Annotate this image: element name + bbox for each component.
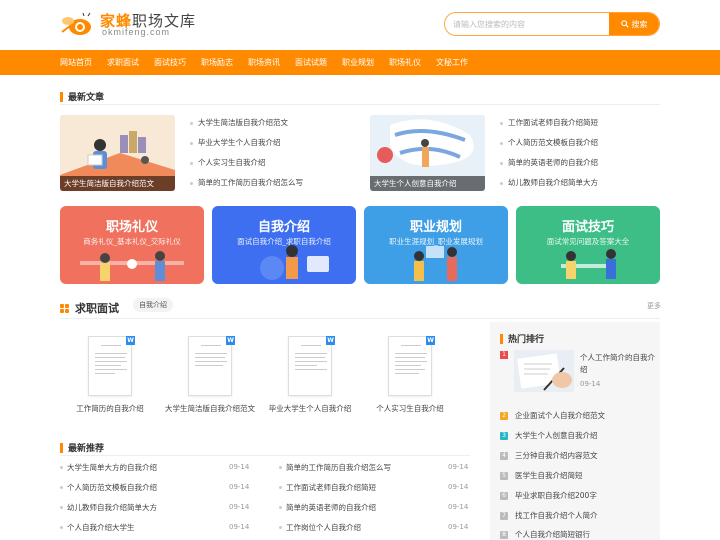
hot-item[interactable]: 7 找工作自我介绍个人简介: [500, 510, 598, 521]
divider: [60, 104, 660, 105]
item-date: 09-14: [229, 503, 250, 511]
hot-top-thumbnail[interactable]: [514, 350, 574, 392]
list-item[interactable]: 幼儿教师自我介绍简单大方: [60, 502, 157, 513]
item-date: 09-14: [229, 483, 250, 491]
hot-item[interactable]: 8 个人自我介绍简短银行: [500, 529, 590, 540]
hot-title: 热门排行: [500, 332, 544, 345]
nav-item-interview-skills[interactable]: 面试技巧: [154, 57, 186, 68]
list-item[interactable]: 个人自我介绍大学生: [60, 522, 135, 533]
doc-thumbnail[interactable]: W: [88, 336, 135, 396]
grid-icon: [60, 303, 69, 313]
nav-item-job-interview[interactable]: 求职面试: [107, 57, 139, 68]
search-box: 搜索: [444, 12, 660, 36]
nav-item-questions[interactable]: 面试试题: [295, 57, 327, 68]
divider: [60, 318, 660, 319]
item-date: 09-14: [448, 483, 469, 491]
list-item[interactable]: 个人简历范文模板自我介绍: [60, 482, 157, 493]
search-button[interactable]: 搜索: [609, 13, 659, 35]
tag-self-intro[interactable]: 自我介绍: [133, 298, 173, 312]
list-item[interactable]: 毕业大学生个人自我介绍: [190, 133, 303, 153]
more-link[interactable]: 更多: [647, 301, 661, 311]
search-icon: [620, 20, 629, 28]
featured-caption: 大学生个人创意自我介绍: [370, 176, 485, 191]
doc-thumbnail[interactable]: W: [188, 336, 235, 396]
list-item[interactable]: 大学生简单大方的自我介绍: [60, 462, 157, 473]
search-input[interactable]: [445, 13, 611, 35]
item-date: 09-14: [448, 503, 469, 511]
hot-item[interactable]: 4 三分钟自我介绍内容范文: [500, 450, 598, 461]
hot-item[interactable]: 6 毕业求职自我介绍200字: [500, 490, 597, 501]
list-item[interactable]: 工作面试老师自我介绍简短: [279, 482, 376, 493]
featured-caption: 大学生简洁版自我介绍范文: [60, 176, 175, 191]
hot-item[interactable]: 2 企业面试个人自我介绍范文: [500, 410, 605, 421]
latest-list-left: 大学生简洁版自我介绍范文 毕业大学生个人自我介绍 个人实习生自我介绍 简单的工作…: [190, 113, 303, 193]
list-item[interactable]: 简单的英语老师的自我介绍: [500, 153, 598, 173]
list-item[interactable]: 简单的工作简历自我介绍怎么写: [190, 173, 303, 193]
nav-item-home[interactable]: 网站首页: [60, 57, 92, 68]
item-date: 09-14: [229, 463, 250, 471]
list-item[interactable]: 个人实习生自我介绍: [190, 153, 303, 173]
doc-title[interactable]: 大学生简洁版自我介绍范文: [155, 403, 265, 414]
nav-item-secretary[interactable]: 文秘工作: [436, 57, 468, 68]
writing-hand-illustration: [517, 353, 572, 391]
word-icon: W: [326, 336, 335, 345]
nav-item-news[interactable]: 职场资讯: [248, 57, 280, 68]
doc-thumbnail[interactable]: W: [288, 336, 335, 396]
list-item[interactable]: 工作面试老师自我介绍简短: [500, 113, 598, 133]
doc-thumbnail[interactable]: W: [388, 336, 435, 396]
list-item[interactable]: 个人简历范文模板自我介绍: [500, 133, 598, 153]
latest-list-right: 工作面试老师自我介绍简短 个人简历范文模板自我介绍 简单的英语老师的自我介绍 幼…: [500, 113, 598, 193]
word-icon: W: [126, 336, 135, 345]
item-date: 09-14: [448, 463, 469, 471]
interview-section-title: 求职面试: [60, 300, 119, 316]
doc-title[interactable]: 个人实习生自我介绍: [355, 403, 465, 414]
category-card-etiquette[interactable]: 职场礼仪 商务礼仪_基本礼仪_交际礼仪: [60, 206, 204, 284]
hot-item[interactable]: 5 医学生自我介绍简短: [500, 470, 583, 481]
category-card-self-intro[interactable]: 自我介绍 面试自我介绍_求职自我介绍: [212, 206, 356, 284]
item-date: 09-14: [448, 523, 469, 531]
item-date: 09-14: [580, 380, 601, 388]
nav-item-inspiration[interactable]: 职场励志: [201, 57, 233, 68]
word-icon: W: [226, 336, 235, 345]
item-date: 09-14: [229, 523, 250, 531]
word-icon: W: [426, 336, 435, 345]
nav-item-etiquette[interactable]: 职场礼仪: [389, 57, 421, 68]
bee-logo-icon: [61, 12, 91, 35]
list-item[interactable]: 简单的工作简历自我介绍怎么写: [279, 462, 391, 473]
category-card-career-plan[interactable]: 职业规划 职业生涯规划_职业发展规划: [364, 206, 508, 284]
featured-article-right[interactable]: 大学生个人创意自我介绍: [370, 115, 485, 191]
list-item[interactable]: 工作岗位个人自我介绍: [279, 522, 361, 533]
hot-top-title[interactable]: 个人工作简介的自我介绍: [580, 352, 656, 376]
category-card-interview-skills[interactable]: 面试技巧 面试常见问题及答案大全: [516, 206, 660, 284]
recommend-title: 最新推荐: [60, 441, 104, 454]
divider: [60, 455, 470, 456]
hot-ranking-panel: 热门排行 1 个人工作简介的自我介绍 09-14 2 企业面试个人自我介绍范文 3…: [490, 322, 660, 540]
list-item[interactable]: 幼儿教师自我介绍简单大方: [500, 173, 598, 193]
site-domain: okmifeng.com: [102, 27, 171, 37]
hot-item[interactable]: 3 大学生个人创意自我介绍: [500, 430, 598, 441]
site-header: 家蜂职场文库 okmifeng.com 搜索: [0, 0, 720, 50]
nav-item-career-plan[interactable]: 职业规划: [342, 57, 374, 68]
list-item[interactable]: 简单的英语老师的自我介绍: [279, 502, 376, 513]
latest-title: 最新文章: [60, 90, 104, 103]
rank-badge: 1: [500, 351, 508, 359]
main-nav: 网站首页 求职面试 面试技巧 职场励志 职场资讯 面试试题 职业规划 职场礼仪 …: [0, 50, 720, 75]
list-item[interactable]: 大学生简洁版自我介绍范文: [190, 113, 303, 133]
doc-title[interactable]: 毕业大学生个人自我介绍: [255, 403, 365, 414]
doc-title[interactable]: 工作简历的自我介绍: [55, 403, 165, 414]
featured-article-left[interactable]: 大学生简洁版自我介绍范文: [60, 115, 175, 191]
site-logo[interactable]: 家蜂职场文库 okmifeng.com: [60, 10, 200, 40]
